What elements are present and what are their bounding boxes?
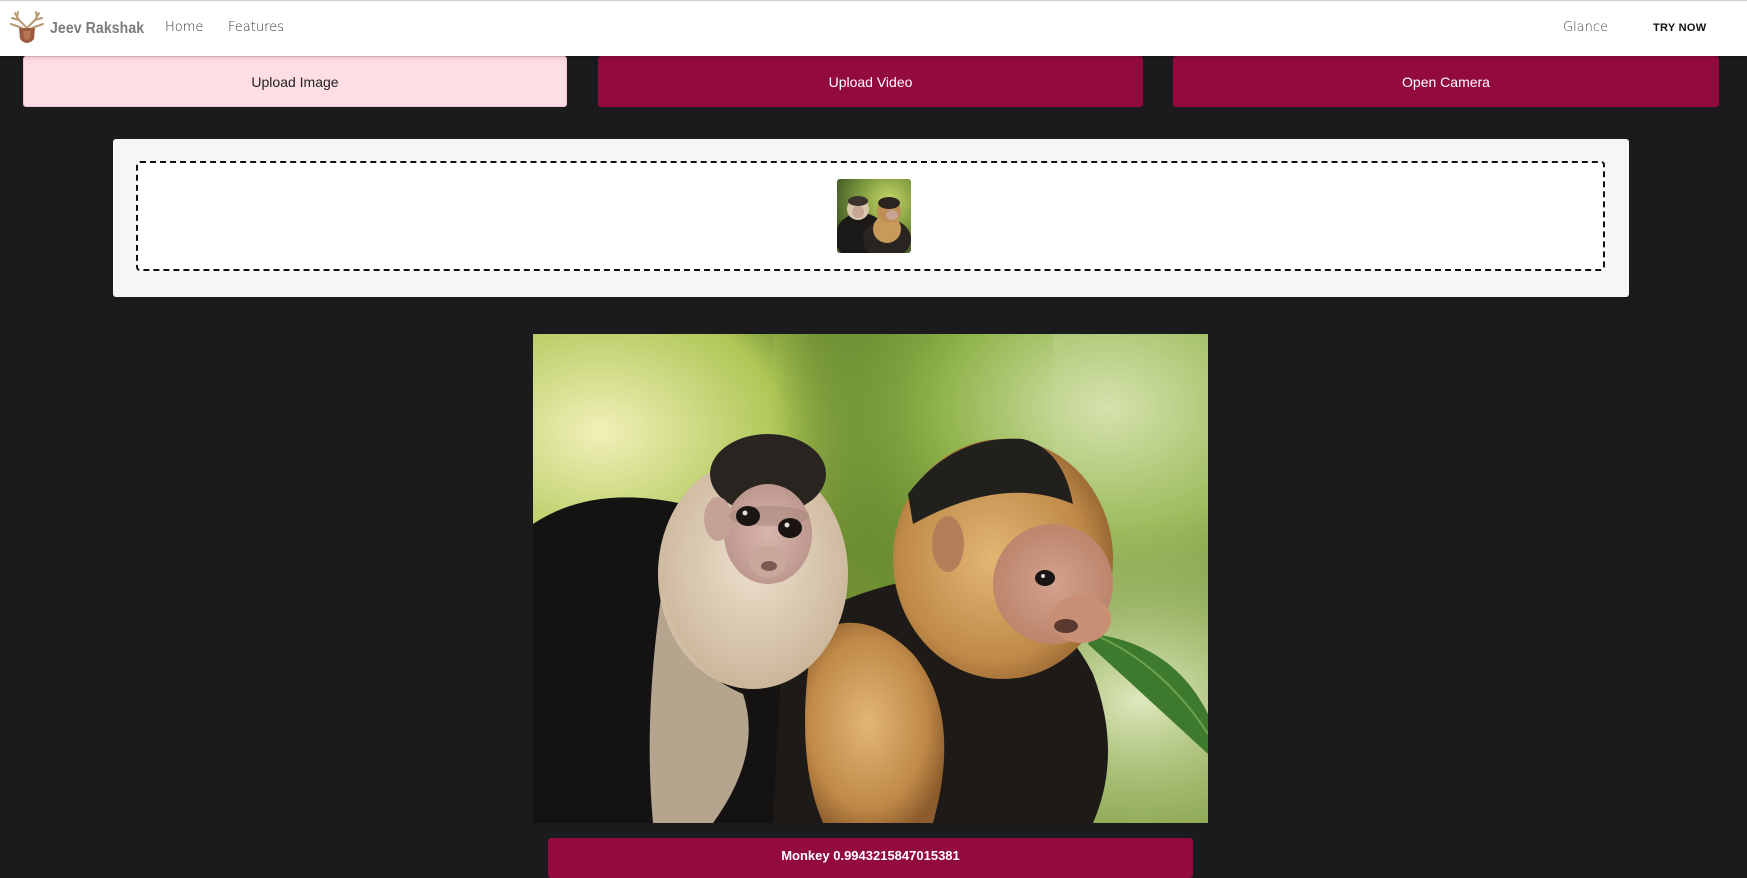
- prediction-result-text: Monkey 0.9943215847015381: [781, 848, 960, 863]
- open-camera-button[interactable]: Open Camera: [1173, 56, 1719, 107]
- brand-name: Jeev Rakshak: [50, 20, 145, 37]
- deer-logo-icon: [10, 11, 44, 43]
- nav-glance-link[interactable]: Glance: [1563, 20, 1608, 35]
- top-navbar: Jeev Rakshak Home Features Glance TRY NO…: [0, 0, 1747, 56]
- image-drop-zone[interactable]: [136, 161, 1605, 271]
- try-now-button[interactable]: TRY NOW: [1653, 22, 1706, 34]
- uploaded-image-thumbnail[interactable]: [837, 179, 911, 253]
- prediction-image-preview: [533, 334, 1208, 823]
- upload-image-button[interactable]: Upload Image: [23, 56, 567, 107]
- upload-video-button[interactable]: Upload Video: [598, 56, 1143, 107]
- upload-panel: [113, 139, 1629, 297]
- prediction-result: Monkey 0.9943215847015381: [548, 838, 1193, 878]
- brand-logo-link[interactable]: Jeev Rakshak: [6, 11, 157, 47]
- nav-features-link[interactable]: Features: [228, 20, 284, 35]
- nav-home-link[interactable]: Home: [165, 20, 203, 35]
